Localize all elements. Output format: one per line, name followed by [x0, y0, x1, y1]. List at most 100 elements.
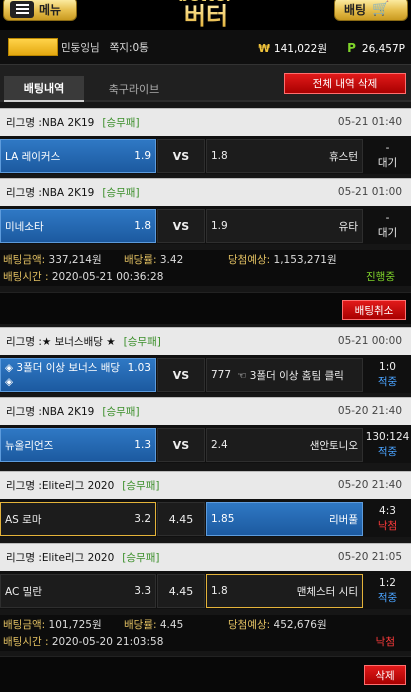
- home-pick[interactable]: 미네소타 1.8: [0, 209, 156, 243]
- home-pick[interactable]: 뉴올리언즈 1.3: [0, 428, 156, 462]
- league-prefix: 리그명 :: [6, 406, 42, 418]
- slip-action-bar: 삭제: [0, 656, 411, 692]
- home-team: 뉴올리언즈: [5, 439, 54, 452]
- match-row: AC 밀란 3.3 4.45 1.8 맨체스터 시티 1:2 적중: [0, 571, 411, 609]
- bet-rate: 배당률: 3.42: [124, 252, 183, 267]
- expected-win-value: 1,153,271원: [273, 254, 337, 266]
- bet-rate-value: 3.42: [159, 254, 184, 266]
- tab-bet-history[interactable]: 배팅내역: [4, 76, 84, 102]
- match-row: AS 로마 3.2 4.45 1.85 리버풀 4:3 낙첨: [0, 499, 411, 537]
- username-suffix: 민둥잉님: [61, 41, 100, 54]
- match-row: ◈ 3폴더 이상 보너스 배당 ◈ 1.03 VS 777 ☜ 3폴더 이상 홈팀 …: [0, 355, 411, 393]
- match-result: - 대기: [364, 139, 411, 173]
- points-value: 26,457P: [361, 43, 405, 55]
- match-time: 05-20 21:05: [337, 551, 402, 563]
- match-time: 05-20 21:40: [337, 479, 402, 491]
- home-pick[interactable]: AS 로마 3.2: [0, 502, 156, 536]
- messages-count[interactable]: 쪽지:0통: [110, 40, 149, 55]
- score: -: [385, 142, 390, 154]
- vs-label: VS: [157, 428, 205, 462]
- league-prefix: 리그명 :: [6, 480, 42, 492]
- home-pick[interactable]: LA 레이커스 1.9: [0, 139, 156, 173]
- user-info-bar: 민둥잉님 쪽지:0통 ₩141,022원 P 26,457P: [0, 30, 411, 65]
- away-pick[interactable]: 1.8 휴스턴: [206, 139, 363, 173]
- site-logo[interactable]: better 버터: [160, 0, 252, 30]
- away-odds: 1.8: [211, 585, 228, 597]
- bet-rate-label: 배당률:: [124, 619, 157, 631]
- result-status: 대기: [377, 157, 398, 169]
- bet-time: 배팅시간 : 2020-05-20 21:03:58: [3, 634, 163, 649]
- league-prefix: 리그명 :: [6, 552, 42, 564]
- bet-status: 진행중: [366, 271, 395, 283]
- away-team: 유타: [338, 220, 358, 233]
- draw-odds[interactable]: 4.45: [157, 574, 205, 608]
- bet-rate-value: 4.45: [159, 619, 184, 631]
- match-row: 미네소타 1.8 VS 1.9 유타 - 대기: [0, 206, 411, 244]
- delete-bet-button[interactable]: 삭제: [364, 665, 406, 685]
- match-row: LA 레이커스 1.9 VS 1.8 휴스턴 - 대기: [0, 136, 411, 174]
- result-status: 적중: [377, 592, 398, 604]
- away-team: 샌안토니오: [309, 439, 358, 452]
- match-result: 1:2 적중: [364, 574, 411, 608]
- bet-amount-value: 337,214원: [48, 254, 102, 266]
- away-team: 리버풀: [329, 513, 358, 526]
- top-header: 메뉴 better 버터 배팅 🛒: [0, 0, 411, 30]
- away-pick[interactable]: 1.85 리버풀: [206, 502, 363, 536]
- score: -: [385, 212, 390, 224]
- league-prefix: 리그명 :: [6, 117, 42, 129]
- away-odds: 2.4: [211, 439, 228, 451]
- logo-main-text: 버터: [160, 4, 252, 28]
- username-masked: [8, 38, 58, 56]
- away-pick[interactable]: 2.4 샌안토니오: [206, 428, 363, 462]
- away-pick[interactable]: 1.9 유타: [206, 209, 363, 243]
- bet-time-value: 2020-05-20 21:03:58: [51, 636, 164, 648]
- draw-odds[interactable]: 4.45: [157, 502, 205, 536]
- league-row: 리그명 : Elite리그 2020 [승무패] 05-20 21:05: [0, 543, 411, 571]
- vs-label: VS: [157, 358, 205, 392]
- home-odds: 3.3: [134, 585, 151, 597]
- bet-rate-label: 배당률:: [124, 254, 157, 266]
- league-name: ★ 보너스배당 ★: [41, 336, 116, 348]
- league-prefix: 리그명 :: [6, 187, 42, 199]
- result-type: [승무패]: [122, 552, 160, 564]
- hamburger-icon: [10, 0, 34, 18]
- home-pick[interactable]: AC 밀란 3.3: [0, 574, 156, 608]
- result-type: [승무패]: [102, 406, 140, 418]
- bet-time-label: 배팅시간 :: [3, 636, 49, 648]
- match-time: 05-20 21:40: [337, 405, 402, 417]
- league-name: Elite리그 2020: [41, 480, 115, 492]
- delete-all-button[interactable]: 전체 내역 삭제: [284, 73, 406, 94]
- league-name: NBA 2K19: [41, 186, 95, 199]
- bet-time: 배팅시간 : 2020-05-21 00:36:28: [3, 269, 163, 284]
- cancel-bet-button[interactable]: 배팅취소: [342, 300, 406, 320]
- menu-button[interactable]: 메뉴: [3, 0, 77, 21]
- league-row: 리그명 : ★ 보너스배당 ★ [승무패] 05-21 00:00: [0, 327, 411, 355]
- home-pick[interactable]: ◈ 3폴더 이상 보너스 배당 ◈ 1.03: [0, 358, 156, 392]
- home-team: 미네소타: [5, 220, 44, 233]
- score: 4:3: [379, 505, 396, 517]
- bet-amount-value: 101,725원: [48, 619, 102, 631]
- league-name: Elite리그 2020: [41, 552, 115, 564]
- match-result: - 대기: [364, 209, 411, 243]
- result-type: [승무패]: [102, 187, 140, 199]
- league-name: NBA 2K19: [41, 405, 95, 418]
- home-team: ◈ 3폴더 이상 보너스 배당 ◈: [5, 362, 121, 388]
- result-type: [승무패]: [122, 480, 160, 492]
- away-odds: 777: [211, 369, 232, 381]
- league-row: 리그명 : NBA 2K19 [승무패] 05-21 01:00: [0, 178, 411, 206]
- away-pick[interactable]: 1.8 맨체스터 시티: [206, 574, 363, 608]
- expected-win-label: 당첨예상:: [228, 619, 271, 631]
- cart-icon: 🛒: [372, 1, 390, 17]
- bet-time-value: 2020-05-21 00:36:28: [51, 271, 164, 283]
- bet-slip-button[interactable]: 배팅 🛒: [334, 0, 408, 21]
- home-team: AC 밀란: [5, 585, 42, 598]
- match-result: 1:0 적중: [364, 358, 411, 392]
- result-type: [승무패]: [102, 117, 140, 129]
- league-name: NBA 2K19: [41, 116, 95, 129]
- balance-value: 141,022원: [273, 43, 327, 55]
- home-odds: 1.3: [134, 439, 151, 451]
- match-result: 130:124 적중: [364, 428, 411, 462]
- tab-soccer-live[interactable]: 축구라이브: [98, 76, 170, 102]
- away-pick[interactable]: 777 ☜ 3폴더 이상 홈팀 클릭: [206, 358, 363, 392]
- match-result: 4:3 낙첨: [364, 502, 411, 536]
